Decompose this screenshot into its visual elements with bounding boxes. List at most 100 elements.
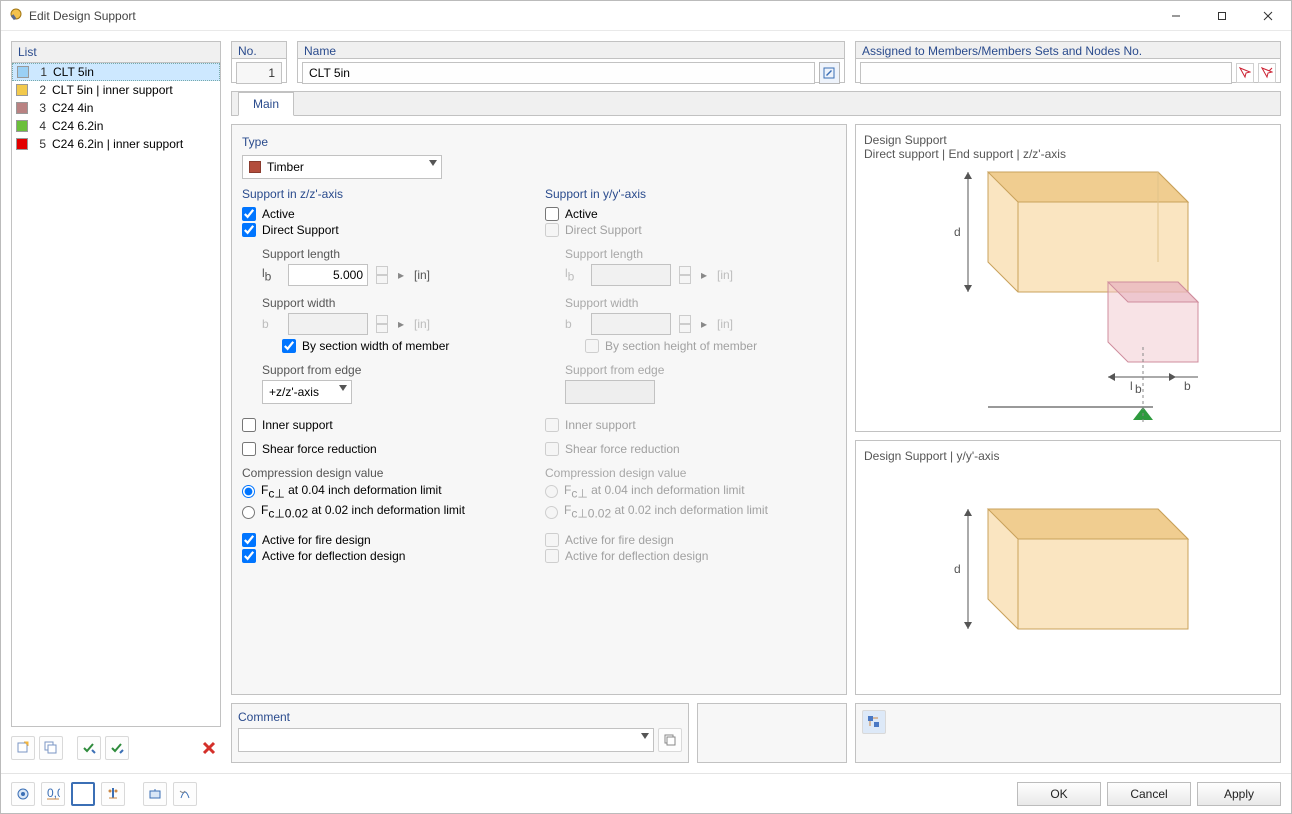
zz-from-edge-label: Support from edge xyxy=(262,363,533,377)
zz-r002-radio[interactable]: Fc⊥0.02 at 0.02 inch deformation limit xyxy=(242,503,533,520)
color-swatch xyxy=(16,120,28,132)
zz-by-section-checkbox[interactable]: By section width of member xyxy=(282,339,533,353)
list-item[interactable]: 1 CLT 5in xyxy=(12,63,220,81)
yy-from-edge-dropdown xyxy=(565,380,655,404)
zz-compression-label: Compression design value xyxy=(242,466,533,480)
design-support-list[interactable]: 1 CLT 5in 2 CLT 5in | inner support 3 C2… xyxy=(12,63,220,726)
chevron-down-icon xyxy=(339,385,347,391)
show-frame-button[interactable] xyxy=(71,782,95,806)
yy-r004-radio: Fc⊥ at 0.04 inch deformation limit xyxy=(545,483,836,500)
svg-text:l: l xyxy=(1130,379,1133,393)
name-field[interactable] xyxy=(302,62,815,84)
zz-lb-input[interactable]: 5.000 xyxy=(288,264,368,286)
list-item[interactable]: 3 C24 4in xyxy=(12,99,220,117)
close-button[interactable] xyxy=(1245,1,1291,31)
list-item-label: CLT 5in xyxy=(53,65,94,79)
zz-r004-radio[interactable]: Fc⊥ at 0.04 inch deformation limit xyxy=(242,483,533,500)
list-item-label: C24 6.2in xyxy=(52,119,103,133)
yy-inner-checkbox: Inner support xyxy=(545,418,836,432)
yy-from-edge-label: Support from edge xyxy=(565,363,836,377)
list-item-label: C24 6.2in | inner support xyxy=(52,137,183,151)
zz-from-edge-dropdown[interactable]: +z/z'-axis xyxy=(262,380,352,404)
yy-b-row: b ▸ [in] xyxy=(565,313,836,335)
zz-fire-checkbox[interactable]: Active for fire design xyxy=(242,533,533,547)
tab-main[interactable]: Main xyxy=(238,92,294,116)
units-button[interactable]: 0,00 xyxy=(41,782,65,806)
yy-title: Support in y/y'-axis xyxy=(545,187,836,201)
yy-support-width-label: Support width xyxy=(565,296,836,310)
assigned-panel: Assigned to Members/Members Sets and Nod… xyxy=(855,41,1281,83)
color-swatch xyxy=(16,84,28,96)
no-panel: No. xyxy=(231,41,287,83)
list-header: List xyxy=(12,42,220,63)
color-swatch xyxy=(16,102,28,114)
maximize-button[interactable] xyxy=(1199,1,1245,31)
copy-item-button[interactable] xyxy=(39,736,63,760)
view-toggle-button[interactable] xyxy=(862,710,886,734)
list-item-num: 4 xyxy=(34,119,46,133)
assigned-field[interactable] xyxy=(860,62,1232,84)
yy-deflection-checkbox: Active for deflection design xyxy=(545,549,836,563)
type-dropdown[interactable]: Timber xyxy=(242,155,442,179)
yy-shear-checkbox: Shear force reduction xyxy=(545,442,836,456)
comment-library-button[interactable] xyxy=(658,728,682,752)
zz-support-width-label: Support width xyxy=(262,296,533,310)
list-item[interactable]: 2 CLT 5in | inner support xyxy=(12,81,220,99)
list-item-num: 5 xyxy=(34,137,46,151)
svg-text:0,00: 0,00 xyxy=(47,787,60,800)
list-item-num: 1 xyxy=(35,65,47,79)
list-item[interactable]: 5 C24 6.2in | inner support xyxy=(12,135,220,153)
yy-r002-radio: Fc⊥0.02 at 0.02 inch deformation limit xyxy=(545,503,836,520)
comment-dropdown[interactable] xyxy=(238,728,654,752)
yy-lb-row: lb ▸ [in] xyxy=(565,264,836,286)
yy-active-checkbox[interactable]: Active xyxy=(545,207,836,221)
zz-shear-checkbox[interactable]: Shear force reduction xyxy=(242,442,533,456)
name-panel: Name xyxy=(297,41,845,83)
support-zz-group: Support in z/z'-axis Active Direct Suppo… xyxy=(242,187,533,565)
yy-support-length-label: Support length xyxy=(565,247,836,261)
delete-item-button[interactable] xyxy=(197,736,221,760)
diagram-yy: d xyxy=(864,463,1272,686)
window-title: Edit Design Support xyxy=(29,9,136,23)
zz-support-length-label: Support length xyxy=(262,247,533,261)
show-members-button[interactable] xyxy=(101,782,125,806)
zz-b-row: b ▸ [in] xyxy=(262,313,533,335)
zz-active-checkbox[interactable]: Active xyxy=(242,207,533,221)
zz-inner-checkbox[interactable]: Inner support xyxy=(242,418,533,432)
spacer-panel xyxy=(697,703,847,763)
tab-bar: Main xyxy=(231,91,1281,116)
yy-by-section-checkbox: By section height of member xyxy=(585,339,836,353)
zz-direct-checkbox[interactable]: Direct Support xyxy=(242,223,533,237)
new-item-button[interactable] xyxy=(11,736,35,760)
list-item-label: C24 4in xyxy=(52,101,93,115)
yy-lb-input xyxy=(591,264,671,286)
svg-text:d: d xyxy=(954,225,961,239)
edit-name-button[interactable] xyxy=(819,62,840,84)
type-swatch xyxy=(249,161,261,173)
zz-lb-spin[interactable] xyxy=(376,266,388,284)
zz-lb-reset[interactable]: ▸ xyxy=(394,268,408,282)
cancel-button[interactable]: Cancel xyxy=(1107,782,1191,806)
apply-button[interactable]: Apply xyxy=(1197,782,1281,806)
ok-button[interactable]: OK xyxy=(1017,782,1101,806)
pick-nodes-button[interactable] xyxy=(1258,63,1276,83)
minimize-button[interactable] xyxy=(1153,1,1199,31)
calculate-button[interactable] xyxy=(143,782,167,806)
yy-b-input xyxy=(591,313,671,335)
list-item-num: 3 xyxy=(34,101,46,115)
list-item[interactable]: 4 C24 6.2in xyxy=(12,117,220,135)
support-yy-group: Support in y/y'-axis Active Direct Suppo… xyxy=(545,187,836,565)
zz-deflection-checkbox[interactable]: Active for deflection design xyxy=(242,549,533,563)
color-swatch xyxy=(16,138,28,150)
no-field[interactable] xyxy=(236,62,282,84)
script-button[interactable] xyxy=(173,782,197,806)
help-button[interactable] xyxy=(11,782,35,806)
list-item-label: CLT 5in | inner support xyxy=(52,83,173,97)
titlebar: Edit Design Support xyxy=(1,1,1291,31)
yy-direct-checkbox: Direct Support xyxy=(545,223,836,237)
check-exclude-button[interactable] xyxy=(105,736,129,760)
check-include-button[interactable] xyxy=(77,736,101,760)
pick-members-button[interactable] xyxy=(1236,63,1254,83)
comment-panel: Comment xyxy=(231,703,689,763)
zz-lb-row: lb 5.000 ▸ [in] xyxy=(262,264,533,286)
